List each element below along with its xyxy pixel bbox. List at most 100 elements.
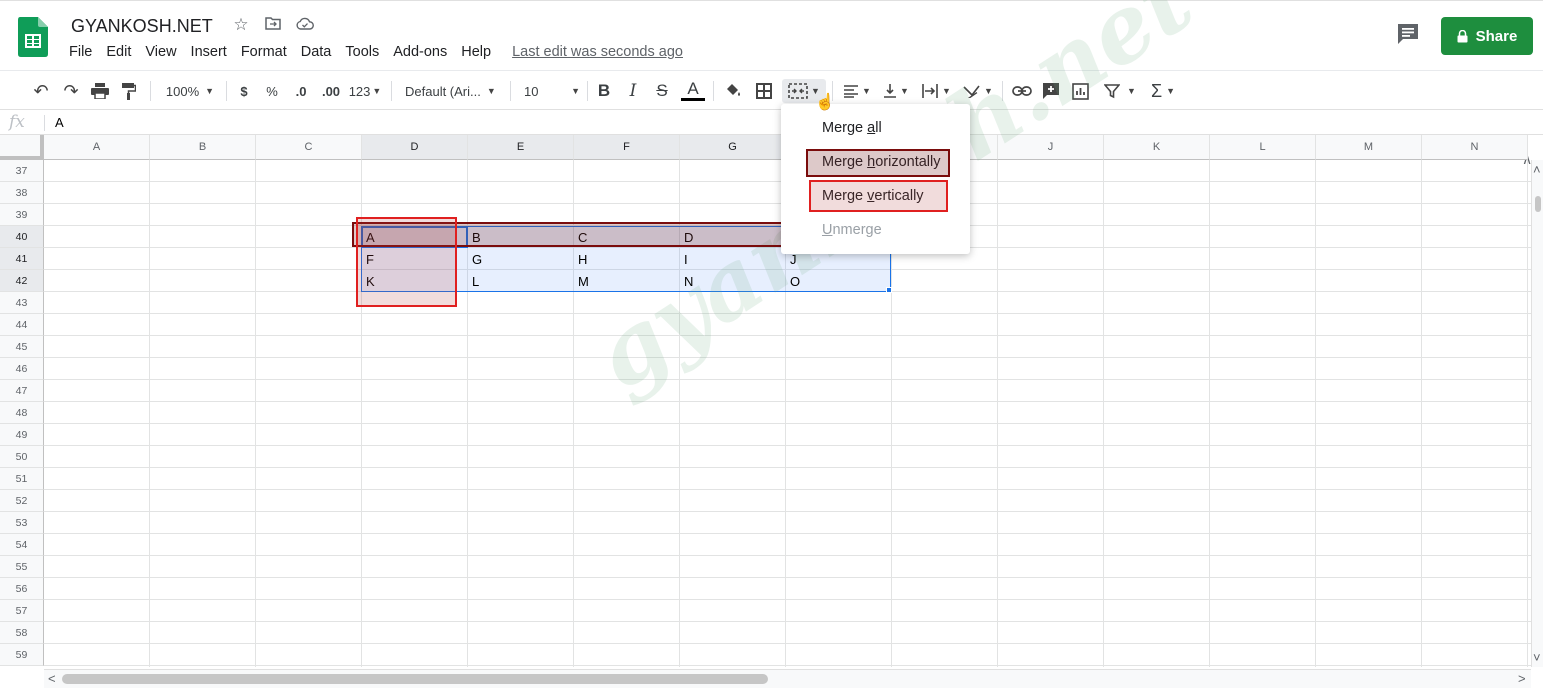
- cell-f42[interactable]: M: [573, 270, 589, 292]
- row-header-53[interactable]: 53: [0, 512, 44, 534]
- row-header-40[interactable]: 40: [0, 226, 44, 248]
- row-header-54[interactable]: 54: [0, 534, 44, 556]
- row-header-42[interactable]: 42: [0, 270, 44, 292]
- menu-format[interactable]: Format: [234, 44, 294, 60]
- row-header-56[interactable]: 56: [0, 578, 44, 600]
- strikethrough-button[interactable]: S: [652, 79, 672, 103]
- scroll-down-icon[interactable]: ˅: [1533, 650, 1541, 665]
- undo-icon[interactable]: ↶: [30, 79, 52, 103]
- document-title[interactable]: GYANKOSH.NET: [71, 16, 213, 37]
- horizontal-scrollbar[interactable]: < >: [44, 669, 1531, 688]
- column-header-n[interactable]: N: [1422, 135, 1528, 160]
- font-size-select[interactable]: 10 ▼: [524, 79, 580, 103]
- column-header-f[interactable]: F: [574, 135, 680, 160]
- grid-line: [44, 621, 1531, 622]
- row-header-41[interactable]: 41: [0, 248, 44, 270]
- font-family-select[interactable]: Default (Ari... ▼: [405, 79, 501, 103]
- column-header-e[interactable]: E: [468, 135, 574, 160]
- grid-line: [1209, 160, 1210, 667]
- grid-line: [44, 665, 1531, 666]
- merge-horizontally-highlight-box: [806, 149, 950, 177]
- scroll-up-icon[interactable]: ˄: [1533, 162, 1541, 177]
- text-color-button[interactable]: A: [681, 79, 705, 101]
- column-header-b[interactable]: B: [150, 135, 256, 160]
- borders-icon[interactable]: [753, 79, 775, 103]
- row-header-47[interactable]: 47: [0, 380, 44, 402]
- toolbar-divider: [713, 81, 714, 101]
- comment-icon[interactable]: [1396, 23, 1420, 45]
- row-header-44[interactable]: 44: [0, 314, 44, 336]
- grid-line: [997, 160, 998, 667]
- column-header-g[interactable]: G: [680, 135, 786, 160]
- cell-e42[interactable]: L: [467, 270, 479, 292]
- cloud-saved-icon[interactable]: [294, 15, 316, 35]
- currency-format-button[interactable]: $: [236, 79, 252, 103]
- menu-addons[interactable]: Add-ons: [386, 44, 454, 60]
- menu-tools[interactable]: Tools: [338, 44, 386, 60]
- fill-handle[interactable]: [886, 287, 892, 293]
- select-all-corner[interactable]: [0, 135, 44, 160]
- cell-e41[interactable]: G: [467, 248, 482, 270]
- row-header-57[interactable]: 57: [0, 600, 44, 622]
- column-header-m[interactable]: M: [1316, 135, 1422, 160]
- bold-button[interactable]: B: [594, 79, 614, 103]
- grid-line: [149, 160, 150, 667]
- vertical-scrollbar[interactable]: ˄ ˅: [1531, 160, 1543, 667]
- column-header-d[interactable]: D: [362, 135, 468, 160]
- scroll-right-icon[interactable]: >: [1518, 671, 1526, 686]
- more-formats-button[interactable]: 123 ▼: [348, 79, 382, 103]
- last-edit-link[interactable]: Last edit was seconds ago: [512, 44, 683, 60]
- functions-button[interactable]: Σ ▼: [1147, 79, 1179, 103]
- menu-file[interactable]: File: [62, 44, 99, 60]
- row-header-50[interactable]: 50: [0, 446, 44, 468]
- row-header-46[interactable]: 46: [0, 358, 44, 380]
- row-header-43[interactable]: 43: [0, 292, 44, 314]
- row-header-51[interactable]: 51: [0, 468, 44, 490]
- scroll-left-icon[interactable]: <: [48, 671, 56, 686]
- star-icon[interactable]: ☆: [230, 15, 252, 35]
- row-header-37[interactable]: 37: [0, 160, 44, 182]
- toolbar-divider: [226, 81, 227, 101]
- paint-format-icon[interactable]: [118, 79, 140, 103]
- menu-help[interactable]: Help: [454, 44, 498, 60]
- print-icon[interactable]: [89, 79, 111, 103]
- grid-line: [44, 357, 1531, 358]
- column-header-a[interactable]: A: [44, 135, 150, 160]
- share-button[interactable]: Share: [1441, 17, 1533, 55]
- decrease-decimal-button[interactable]: .0: [290, 79, 312, 103]
- sheets-logo-icon[interactable]: [18, 17, 48, 57]
- menu-view[interactable]: View: [138, 44, 183, 60]
- row-header-58[interactable]: 58: [0, 622, 44, 644]
- column-header-k[interactable]: K: [1104, 135, 1210, 160]
- move-folder-icon[interactable]: [262, 15, 284, 35]
- fill-color-icon[interactable]: [722, 79, 744, 103]
- row-header-48[interactable]: 48: [0, 402, 44, 424]
- zoom-select[interactable]: 100% ▼: [160, 79, 220, 103]
- cell-f41[interactable]: H: [573, 248, 587, 270]
- lock-icon: [1457, 29, 1468, 42]
- increase-decimal-button[interactable]: .00: [318, 79, 344, 103]
- menu-merge-all[interactable]: Merge all: [822, 120, 882, 136]
- row-header-59[interactable]: 59: [0, 644, 44, 666]
- grid-line: [44, 423, 1531, 424]
- grid-line: [44, 467, 1531, 468]
- italic-button[interactable]: I: [623, 79, 643, 103]
- row-header-55[interactable]: 55: [0, 556, 44, 578]
- row-header-52[interactable]: 52: [0, 490, 44, 512]
- menu-insert[interactable]: Insert: [184, 44, 234, 60]
- vertical-scroll-thumb[interactable]: [1535, 196, 1541, 212]
- percent-format-button[interactable]: %: [264, 79, 280, 103]
- menu-edit[interactable]: Edit: [99, 44, 138, 60]
- column-header-l[interactable]: L: [1210, 135, 1316, 160]
- row-header-45[interactable]: 45: [0, 336, 44, 358]
- column-header-c[interactable]: C: [256, 135, 362, 160]
- menu-data[interactable]: Data: [294, 44, 339, 60]
- row-header-39[interactable]: 39: [0, 204, 44, 226]
- formula-input[interactable]: A: [55, 115, 64, 130]
- redo-icon[interactable]: ↷: [60, 79, 82, 103]
- vertical-align-icon[interactable]: ▼: [879, 79, 913, 103]
- row-header-38[interactable]: 38: [0, 182, 44, 204]
- horizontal-scroll-thumb[interactable]: [62, 674, 768, 684]
- horizontal-align-icon[interactable]: ▼: [840, 79, 874, 103]
- row-header-49[interactable]: 49: [0, 424, 44, 446]
